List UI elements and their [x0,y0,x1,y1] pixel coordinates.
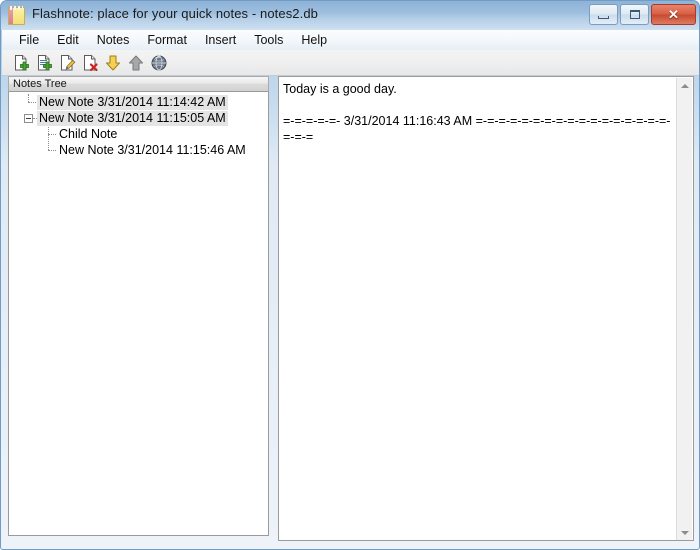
scroll-up-button[interactable] [677,78,692,94]
minimize-button[interactable] [589,4,618,25]
maximize-button[interactable] [620,4,649,25]
title-bar[interactable]: Flashnote: place for your quick notes - … [1,1,699,30]
tree-item[interactable]: New Note 3/31/2014 11:15:05 AM [9,110,268,126]
tree-item[interactable]: New Note 3/31/2014 11:14:42 AM [9,94,268,110]
new-child-note-icon [35,54,53,72]
notes-tree-panel: Notes Tree New Note 3/31/2014 11:14:42 A… [8,76,269,541]
close-icon: ✕ [668,7,679,22]
tree-item-label: New Note 3/31/2014 11:15:05 AM [37,110,228,126]
move-down-button[interactable] [102,52,124,74]
menu-format[interactable]: Format [138,31,196,49]
delete-note-button[interactable] [79,52,101,74]
menu-tools[interactable]: Tools [245,31,292,49]
move-down-icon [104,54,122,72]
window-bottom-strip [2,540,699,548]
menu-insert[interactable]: Insert [196,31,245,49]
web-button[interactable] [148,52,170,74]
new-child-note-button[interactable] [33,52,55,74]
tree-item-label: New Note 3/31/2014 11:14:42 AM [37,94,228,110]
application-window: Flashnote: place for your quick notes - … [0,0,700,550]
tree-item-label: New Note 3/31/2014 11:15:46 AM [59,142,246,157]
delete-note-icon [81,54,99,72]
editor-vertical-scrollbar[interactable] [676,78,692,540]
move-up-button[interactable] [125,52,147,74]
notes-tree-header: Notes Tree [8,76,269,92]
tree-item-label: Child Note [59,126,118,141]
chevron-down-icon [680,531,689,535]
close-button[interactable]: ✕ [651,4,696,25]
move-up-icon [127,54,145,72]
main-content: Notes Tree New Note 3/31/2014 11:14:42 A… [2,76,699,549]
minimize-icon [598,15,609,19]
window-title: Flashnote: place for your quick notes - … [32,6,319,21]
maximize-icon [629,10,640,19]
edit-note-button[interactable] [56,52,78,74]
notes-tree[interactable]: New Note 3/31/2014 11:14:42 AM New Note … [8,92,269,536]
notepad-icon [8,6,25,25]
new-note-icon [12,54,30,72]
menu-edit[interactable]: Edit [48,31,88,49]
panel-splitter[interactable] [270,76,278,541]
menu-help[interactable]: Help [292,31,336,49]
toolbar [2,50,699,76]
scroll-down-button[interactable] [677,525,692,540]
window-controls: ✕ [589,4,696,25]
menu-bar: File Edit Notes Format Insert Tools Help [2,30,699,50]
globe-icon [150,54,168,72]
new-note-button[interactable] [10,52,32,74]
chevron-up-icon [680,84,689,88]
edit-note-icon [58,54,76,72]
note-editor-panel: Today is a good day. =-=-=-=-=- 3/31/201… [278,76,694,541]
tree-item[interactable]: New Note 3/31/2014 11:15:46 AM [9,142,268,158]
note-editor-text[interactable]: Today is a good day. =-=-=-=-=- 3/31/201… [283,81,675,145]
tree-item[interactable]: Child Note [9,126,268,142]
menu-file[interactable]: File [10,31,48,49]
menu-notes[interactable]: Notes [88,31,139,49]
